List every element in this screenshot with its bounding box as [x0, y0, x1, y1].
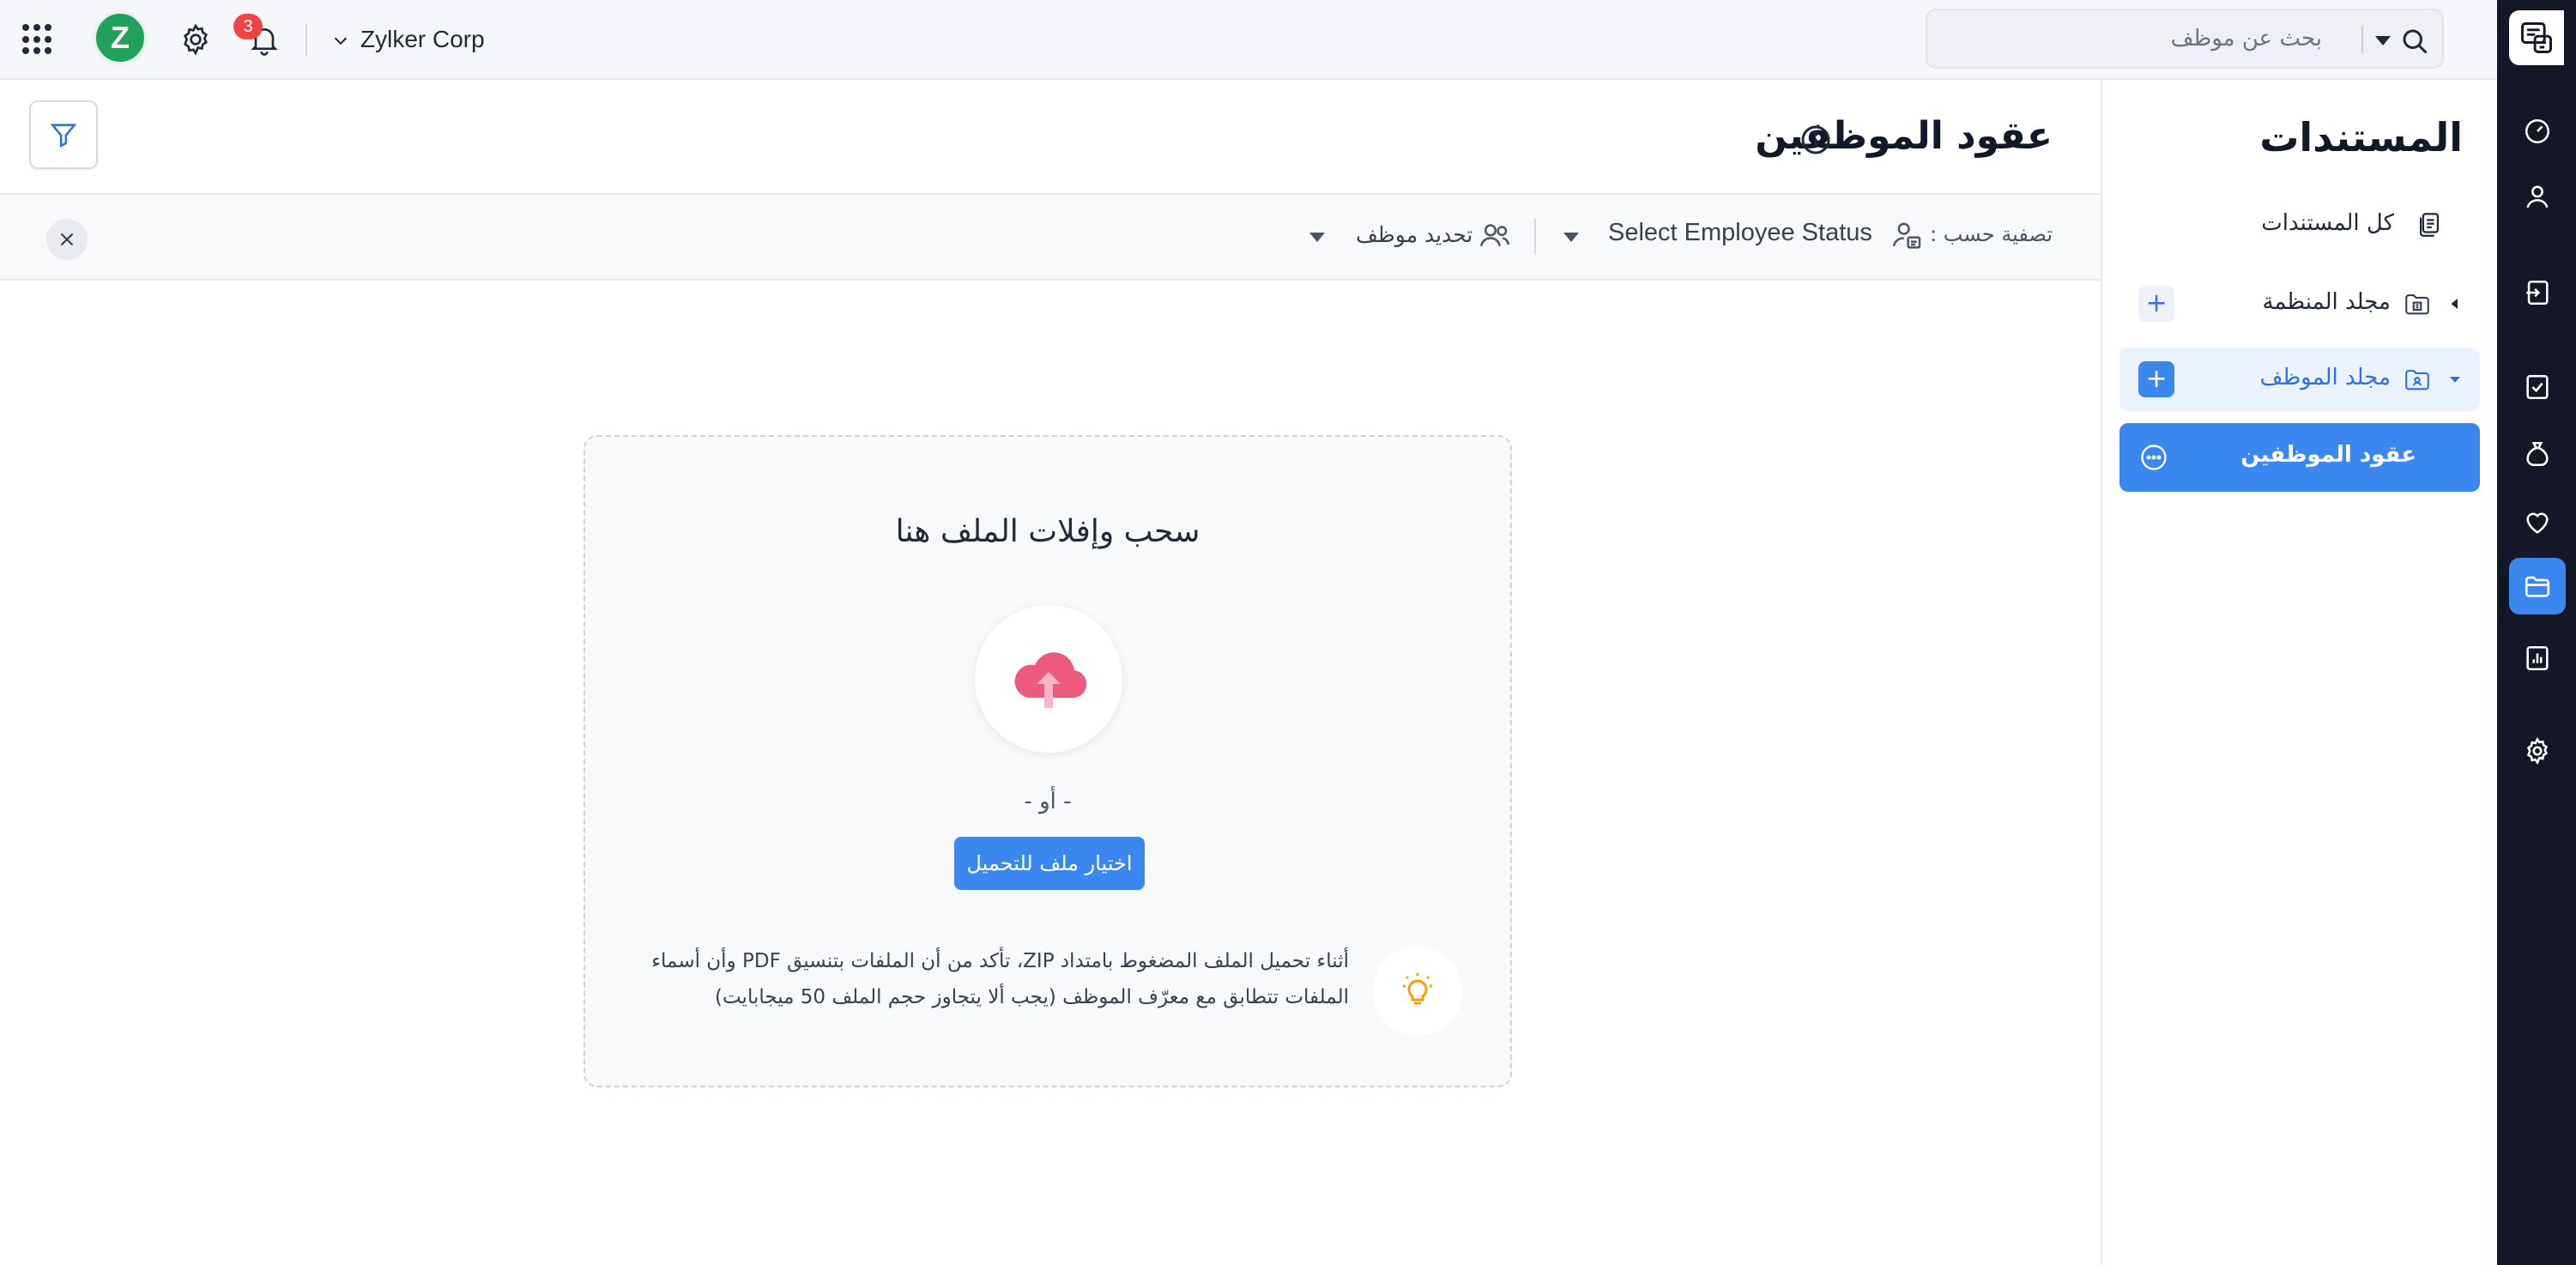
person-icon[interactable] [2509, 168, 2566, 225]
notification-badge: 3 [233, 14, 263, 39]
upload-hint: أثناء تحميل الملف المضغوط بامتداد ZIP، ت… [651, 950, 1349, 1008]
gear-icon[interactable] [178, 22, 213, 57]
search-icon[interactable] [2399, 26, 2430, 57]
filter-button[interactable] [29, 100, 98, 169]
employee-folder-icon [2405, 370, 2429, 390]
folder-icon[interactable] [2509, 558, 2566, 614]
sidebar-item-label: عقود الموظفين [2240, 442, 2416, 468]
caret-down-icon[interactable] [2447, 372, 2463, 387]
org-folder-icon [2405, 294, 2429, 315]
filter-icon [50, 124, 77, 148]
settings-icon[interactable] [2509, 723, 2566, 779]
dropzone-or: - أو - [1024, 789, 1072, 814]
add-org-folder-button[interactable]: + [2138, 286, 2174, 322]
app-rail [2497, 0, 2576, 1265]
search-box[interactable] [1926, 9, 2444, 69]
avatar-letter: Z [111, 20, 130, 55]
org-switcher[interactable]: Zylker Corp [360, 26, 485, 53]
top-bar: Z 3 Zylker Corp [0, 0, 2497, 80]
dropzone-title: سحب وإفلات الملف هنا [895, 514, 1200, 549]
documents-sidebar: المستندات كل المستندات مجلد المنظمة + مج… [2101, 80, 2497, 1265]
sidebar-item-employee-folder[interactable]: مجلد الموظف + [2119, 348, 2480, 411]
sidebar-item-label: مجلد المنظمة [2262, 289, 2391, 315]
status-caret-icon[interactable] [1563, 233, 1579, 242]
login-icon[interactable] [2509, 264, 2566, 321]
lightbulb-icon [1373, 947, 1462, 1036]
apps-grid-icon[interactable] [22, 24, 53, 55]
sidebar-item-org-folder[interactable]: مجلد المنظمة + [2119, 272, 2480, 336]
sidebar-item-employee-contracts[interactable]: عقود الموظفين [2119, 423, 2480, 492]
upload-dropzone[interactable]: سحب وإفلات الملف هنا - أو - اختيار ملف ل… [584, 435, 1512, 1087]
add-employee-folder-button[interactable]: + [2138, 361, 2174, 397]
heart-icon[interactable] [2509, 494, 2566, 551]
search-separator [2361, 26, 2363, 53]
employee-caret-icon[interactable] [1309, 233, 1325, 242]
filter-by-label: تصفية حسب : [1930, 222, 2053, 246]
tasks-icon[interactable] [2509, 359, 2566, 415]
main-content: عقود الموظفين تصفية حسب : Select Employe… [0, 80, 2101, 1265]
filter-separator [1534, 219, 1536, 255]
employee-select[interactable]: تحديد موظف [1356, 222, 1472, 247]
sidebar-item-label: مجلد الموظف [2259, 365, 2391, 390]
employee-status-icon [1892, 222, 1921, 249]
dashboard-icon[interactable] [2509, 103, 2566, 160]
clear-filter-button[interactable] [46, 219, 88, 260]
sidebar-item-all-documents[interactable]: كل المستندات [2119, 193, 2480, 257]
upload-cloud-icon[interactable] [975, 605, 1122, 753]
search-scope-caret-icon[interactable] [2375, 36, 2391, 45]
documents-logo-icon[interactable] [2509, 10, 2564, 65]
choose-file-button[interactable]: اختيار ملف للتحميل [954, 837, 1145, 890]
caret-left-icon[interactable] [2447, 296, 2463, 312]
money-bag-icon[interactable] [2509, 426, 2566, 482]
people-icon [1479, 224, 1510, 247]
close-icon [60, 233, 74, 246]
search-input[interactable] [1944, 10, 2322, 67]
more-options-icon[interactable] [2138, 442, 2169, 473]
avatar[interactable]: Z [93, 10, 148, 65]
filter-bar: تصفية حسب : Select Employee Status تحديد… [0, 193, 2101, 281]
sidebar-title: المستندات [2259, 114, 2463, 160]
chevron-down-icon[interactable] [331, 31, 350, 50]
employee-status-select[interactable]: Select Employee Status [1608, 219, 1872, 247]
sidebar-item-label: كل المستندات [2261, 210, 2394, 236]
reports-icon[interactable] [2509, 630, 2566, 687]
info-icon[interactable] [1799, 123, 1833, 157]
documents-icon [2419, 213, 2440, 237]
divider [305, 24, 307, 57]
